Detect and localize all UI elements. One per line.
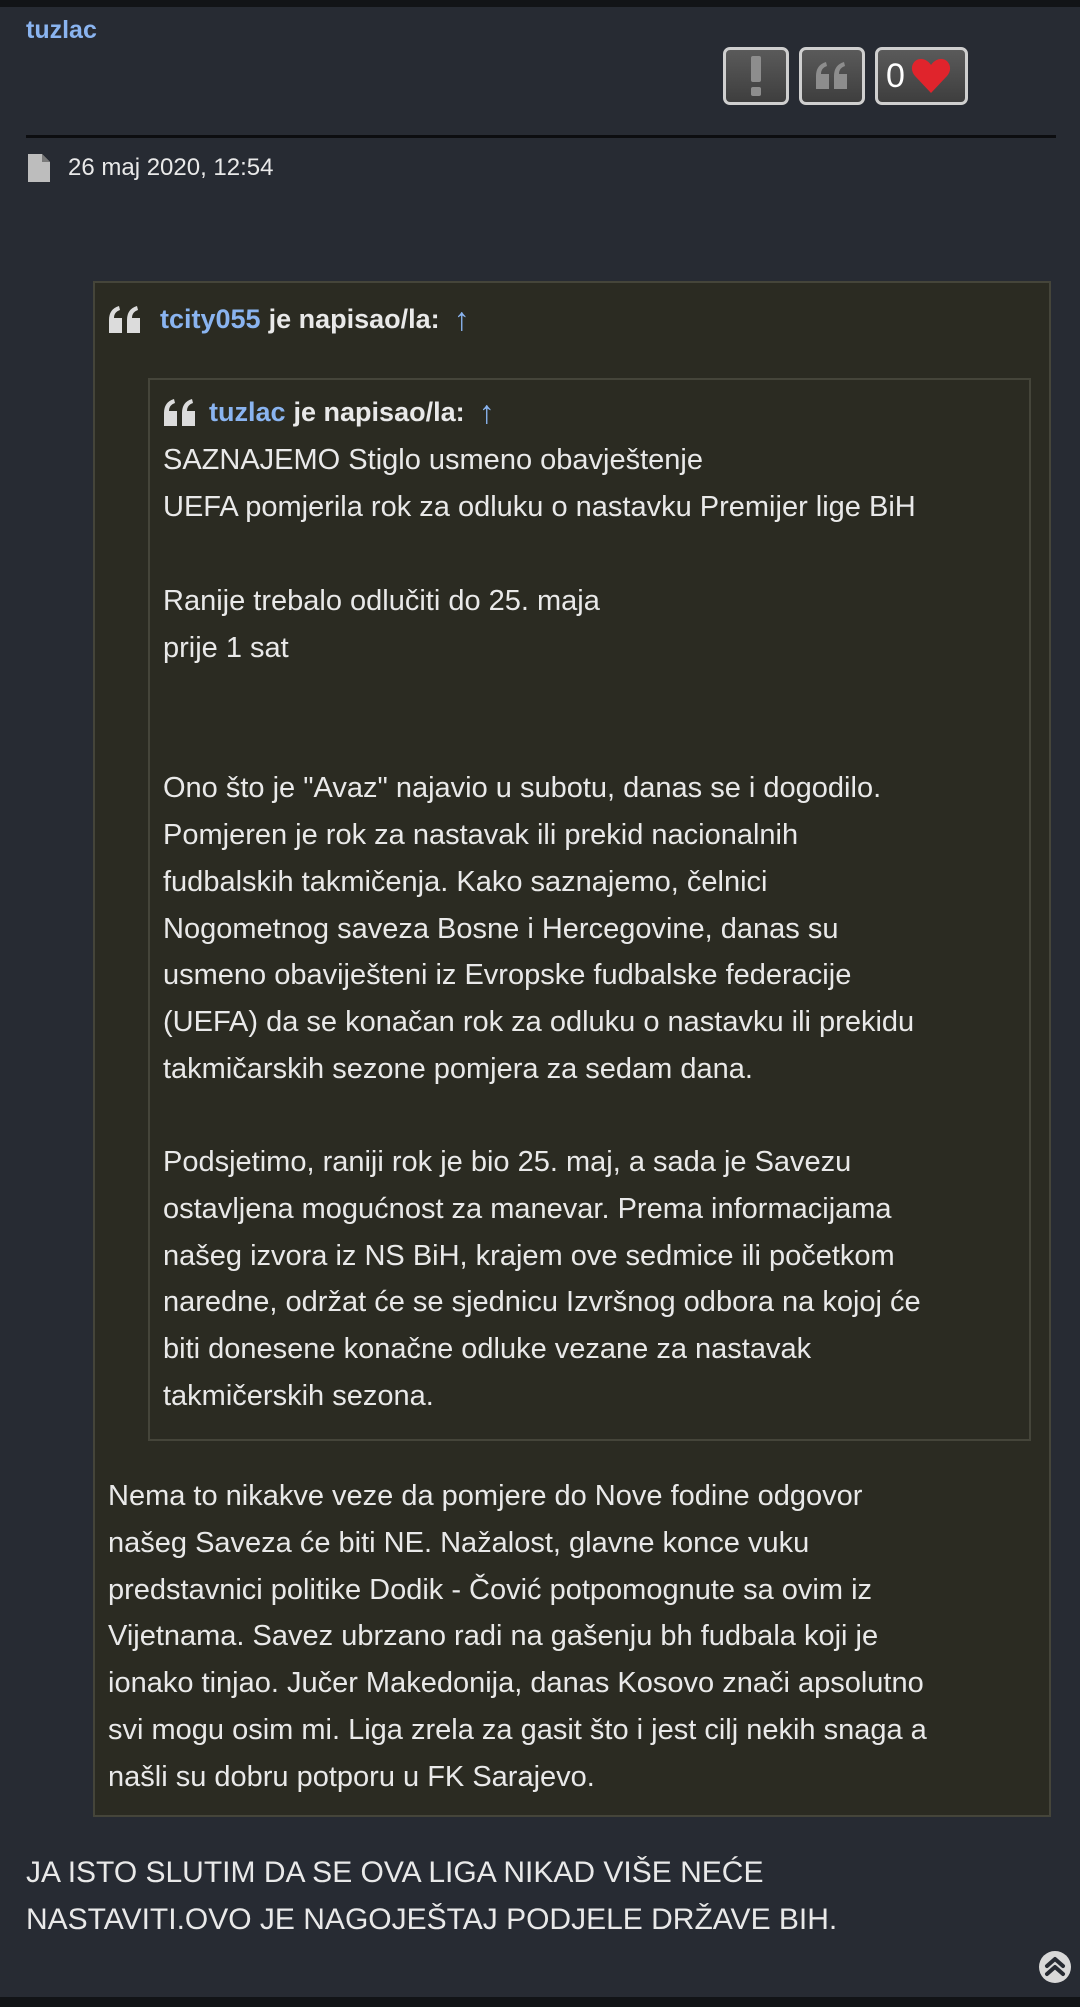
reply-text-line: svi mogu osim mi. Liga zrela za gasit št… (108, 1714, 927, 1746)
like-count: 0 (886, 56, 905, 95)
report-button[interactable] (723, 47, 789, 105)
quote-text-line: našeg izvora iz NS BiH, krajem ove sedmi… (163, 1240, 895, 1272)
jump-to-quoted-post-link[interactable]: ↑ (454, 301, 470, 338)
quote-text-line: Podsjetimo, raniji rok je bio 25. maj, a… (163, 1146, 852, 1178)
reply-text-line: Nema to nikakve veze da pomjere do Nove … (108, 1480, 863, 1512)
quoted-user-link[interactable]: tcity055 (160, 304, 261, 335)
quote-text-line: ostavljena mogućnost za manevar. Prema i… (163, 1193, 892, 1225)
heart-icon (911, 58, 951, 93)
quote-text-line: (UEFA) da se konačan rok za odluku o nas… (163, 1006, 915, 1038)
exclamation-icon (751, 56, 761, 96)
quote-wrote-label: je napisao/la: (268, 304, 440, 334)
document-icon (28, 154, 50, 182)
post-body-line: JA ISTO SLUTIM DA SE OVA LIGA NIKAD VIŠE… (26, 1856, 764, 1889)
quote-text-line: Ono što je "Avaz" najavio u subotu, dana… (163, 772, 882, 804)
post-author-link[interactable]: tuzlac (26, 16, 97, 45)
quote-text-line: fudbalskih takmičenja. Kako saznajemo, č… (163, 866, 768, 898)
quote-text-line: prije 1 sat (163, 632, 289, 664)
outer-quote-header: tcity055 je napisao/la: ↑ (108, 301, 470, 338)
quote-icon (164, 398, 195, 426)
quote-text-line: Nogometnog saveza Bosne i Hercegovine, d… (163, 913, 839, 945)
bottom-bar (0, 1997, 1080, 2007)
post-date: 26 maj 2020, 12:54 (68, 154, 274, 181)
quote-text-line: UEFA pomjerila rok za odluku o nastavku … (163, 491, 916, 523)
quote-text-line: takmičerskih sezona. (163, 1380, 434, 1412)
post-body-line: NASTAVITI.OVO JE NAGOJEŠTAJ PODJELE DRŽA… (26, 1903, 838, 1936)
post-separator (26, 135, 1056, 138)
quote-icon (109, 305, 140, 333)
top-bar (0, 0, 1080, 7)
jump-to-quoted-post-link[interactable]: ↑ (479, 394, 495, 431)
chevron-up-circle-icon[interactable] (1038, 1950, 1072, 1984)
reply-text-line: predstavnici politike Dodik - Čović potp… (108, 1574, 873, 1606)
reply-text-line: našeg Saveza će biti NE. Nažalost, glavn… (108, 1527, 810, 1559)
quote-button[interactable] (799, 47, 865, 105)
quote-icon (816, 62, 847, 89)
quote-wrote-label: je napisao/la: (293, 397, 465, 427)
quoted-user-link[interactable]: tuzlac (209, 397, 286, 428)
quote-text-line: Pomjeren je rok za nastavak ili prekid n… (163, 819, 799, 851)
reply-text-line: Vijetnama. Savez ubrzano radi na gašenju… (108, 1620, 879, 1652)
post-meta: 26 maj 2020, 12:54 (28, 154, 274, 182)
quote-text-line: naredne, održat će se sjednicu Izvršnog … (163, 1286, 921, 1318)
reply-text-line: ionako tinjao. Jučer Makedonija, danas K… (108, 1667, 924, 1699)
quote-text-line: SAZNAJEMO Stiglo usmeno obavještenje (163, 444, 703, 476)
inner-quote-block: tuzlac je napisao/la: ↑ SAZNAJEMO Stiglo… (148, 378, 1031, 1441)
reply-text-line: našli su dobru potporu u FK Sarajevo. (108, 1761, 595, 1793)
inner-quote-header: tuzlac je napisao/la: ↑ (163, 394, 495, 431)
quote-text-line: biti donesene konačne odluke vezane za n… (163, 1333, 812, 1365)
quote-text-line: Ranije trebalo odlučiti do 25. maja (163, 585, 600, 617)
quote-text-line: usmeno obaviješteni iz Evropske fudbalsk… (163, 959, 852, 991)
like-button[interactable]: 0 (875, 47, 968, 105)
outer-quote-block: tcity055 je napisao/la: ↑ tuzlac je napi… (93, 281, 1051, 1817)
quote-text-line: takmičarskih sezone pomjera za sedam dan… (163, 1053, 753, 1085)
